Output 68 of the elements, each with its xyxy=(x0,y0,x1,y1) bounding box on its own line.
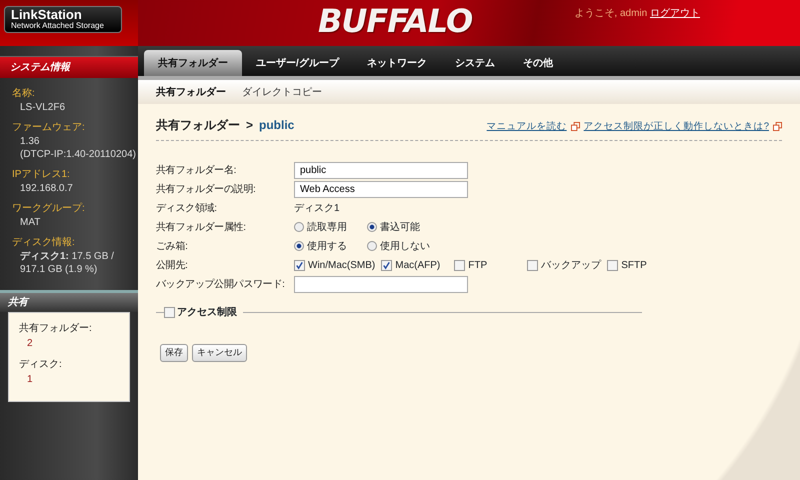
info-value: 1.36 xyxy=(19,135,40,148)
option-label: SFTP xyxy=(621,258,647,272)
summary-value: 1 xyxy=(26,373,34,387)
sub-tab[interactable]: ダイレクトコピー xyxy=(234,84,330,100)
field-label: ディスク領域: xyxy=(156,202,218,216)
option-label: 書込可能 xyxy=(380,220,420,234)
input-field[interactable]: Web Access xyxy=(294,180,468,198)
nav-tab[interactable]: 共有フォルダー xyxy=(144,50,242,76)
info-label: 名称: xyxy=(12,87,36,101)
option-label: バックアップ xyxy=(541,258,602,272)
sub-tab[interactable]: 共有フォルダー xyxy=(148,84,234,100)
info-value: (DTCP-IP:1.40-20110204) xyxy=(19,148,137,161)
brand-logo: BUFFALO xyxy=(318,5,472,37)
info-label: ディスク情報: xyxy=(12,236,76,250)
breadcrumb-parent[interactable]: 共有フォルダー xyxy=(156,116,240,134)
field-label: 共有フォルダー属性: xyxy=(156,220,247,234)
checkbox[interactable] xyxy=(454,260,466,270)
summary-label: 共有フォルダー: xyxy=(19,322,93,336)
form-button[interactable]: キャンセル xyxy=(192,344,247,362)
option-label: 読取専用 xyxy=(307,220,347,234)
option-label: 使用する xyxy=(307,240,347,254)
field-label: バックアップ公開パスワード: xyxy=(156,278,286,292)
info-label: IPアドレス1: xyxy=(12,168,71,182)
option-label: FTP xyxy=(468,258,488,272)
logo: LinkStation Network Attached Storage xyxy=(4,6,122,34)
info-value: ディスク1: 17.5 GB / 917.1 GB (1.9 %) xyxy=(19,250,115,276)
help-link[interactable]: マニュアルを読む xyxy=(486,120,567,134)
checkbox[interactable] xyxy=(294,260,305,270)
checkbox[interactable] xyxy=(607,260,618,270)
input-field[interactable] xyxy=(294,276,468,292)
info-value: MAT xyxy=(19,216,42,229)
radio-button[interactable] xyxy=(367,222,377,232)
radio-button[interactable] xyxy=(367,241,377,251)
input-field[interactable]: public xyxy=(294,162,468,178)
field-label: 共有フォルダーの説明: xyxy=(156,182,256,196)
info-label: ファームウェア: xyxy=(12,121,86,135)
field-label: ごみ箱: xyxy=(156,240,189,254)
radio-button[interactable] xyxy=(294,222,304,232)
external-link-icon xyxy=(570,122,580,132)
checkbox[interactable] xyxy=(164,307,175,318)
info-label: ワークグループ: xyxy=(12,202,86,216)
nav-tab[interactable]: ユーザー/グループ xyxy=(242,50,353,76)
sidebar-section-title: 共有 xyxy=(0,290,138,312)
checkbox[interactable] xyxy=(527,260,538,270)
nav-tab[interactable]: ネットワーク xyxy=(352,50,441,76)
breadcrumb-separator: > xyxy=(246,117,254,134)
breadcrumb-current: public xyxy=(259,117,294,134)
field-label: 公開先: xyxy=(156,258,189,272)
nav-tab[interactable]: その他 xyxy=(508,50,567,76)
help-link[interactable]: アクセス制限が正しく動作しないときは? xyxy=(584,120,769,134)
nav-tab[interactable]: システム xyxy=(440,50,509,76)
summary-label: ディスク: xyxy=(19,358,63,372)
option-label: Win/Mac(SMB) xyxy=(308,258,376,272)
sidebar-section-title: システム情報 xyxy=(0,56,138,78)
external-link-icon xyxy=(773,122,782,132)
field-label: 共有フォルダー名: xyxy=(156,164,238,178)
logout-link[interactable]: ログアウト xyxy=(650,8,700,19)
option-label: Mac(AFP) xyxy=(395,258,440,272)
radio-button[interactable] xyxy=(294,241,304,251)
welcome-text: ようこそ, admin xyxy=(574,8,648,19)
info-value: 192.168.0.7 xyxy=(19,182,74,195)
field-value: ディスク1 xyxy=(294,202,340,216)
checkbox[interactable] xyxy=(381,260,392,270)
option-label: 使用しない xyxy=(380,240,430,254)
form-button[interactable]: 保存 xyxy=(160,344,188,362)
summary-value: 2 xyxy=(26,337,34,351)
section-label: アクセス制限 xyxy=(177,306,237,320)
info-value: LS-VL2F6 xyxy=(19,101,66,114)
